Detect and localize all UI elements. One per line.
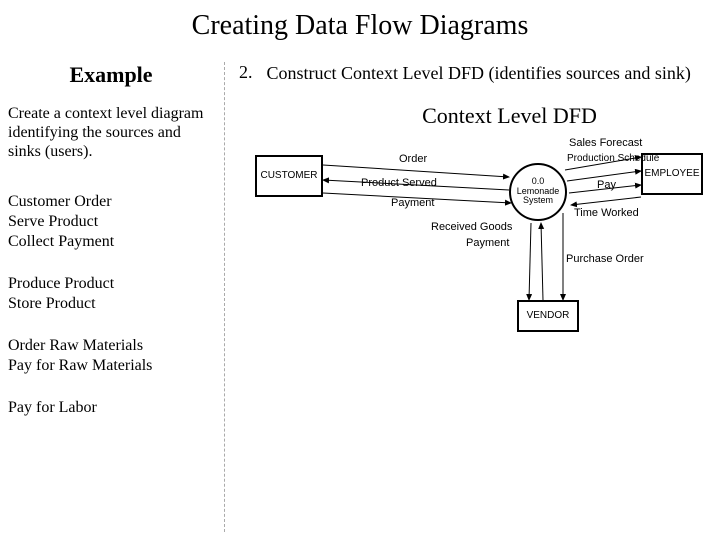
right-column: 2. Construct Context Level DFD (identifi… — [225, 62, 720, 532]
flow-purchase-order: Purchase Order — [566, 253, 644, 265]
entity-vendor-label: VENDOR — [527, 310, 570, 321]
flow-sales-forecast: Sales Forecast — [569, 137, 642, 149]
example-heading: Example — [8, 62, 214, 88]
process-name: Lemonade System — [511, 187, 565, 207]
flow-pay: Pay — [597, 179, 616, 191]
flow-order: Order — [399, 153, 427, 165]
step-row: 2. Construct Context Level DFD (identifi… — [239, 62, 720, 85]
step-number: 2. — [239, 62, 253, 85]
process-bubble: 0.0 Lemonade System — [509, 163, 567, 221]
context-dfd-title: Context Level DFD — [299, 103, 720, 129]
left-column: Example Create a context level diagram i… — [0, 62, 225, 532]
flow-time-worked: Time Worked — [574, 207, 639, 219]
intro-text: Create a context level diagram identifyi… — [8, 104, 214, 162]
context-dfd-diagram: CUSTOMER EMPLOYEE VENDOR 0.0 Lemonade Sy… — [241, 135, 711, 395]
activity-block-customer: Customer OrderServe ProductCollect Payme… — [8, 192, 214, 252]
flow-product-served: Product Served — [361, 177, 437, 189]
flow-received-goods: Received Goods — [431, 221, 512, 233]
activity-block-materials: Order Raw MaterialsPay for Raw Materials — [8, 336, 214, 376]
entity-customer-label: CUSTOMER — [260, 170, 317, 181]
flow-production-schedule: Production Schedule — [567, 153, 659, 164]
flow-payment: Payment — [391, 197, 434, 209]
content-area: Example Create a context level diagram i… — [0, 62, 720, 532]
flow-payment-vendor: Payment — [466, 237, 509, 249]
step-text: Construct Context Level DFD (identifies … — [267, 62, 691, 85]
activity-block-labor: Pay for Labor — [8, 398, 214, 418]
entity-employee-label: EMPLOYEE — [644, 168, 699, 179]
entity-customer: CUSTOMER — [255, 155, 323, 197]
slide-title: Creating Data Flow Diagrams — [0, 10, 720, 42]
entity-vendor: VENDOR — [517, 300, 579, 332]
activity-block-produce: Produce ProductStore Product — [8, 274, 214, 314]
